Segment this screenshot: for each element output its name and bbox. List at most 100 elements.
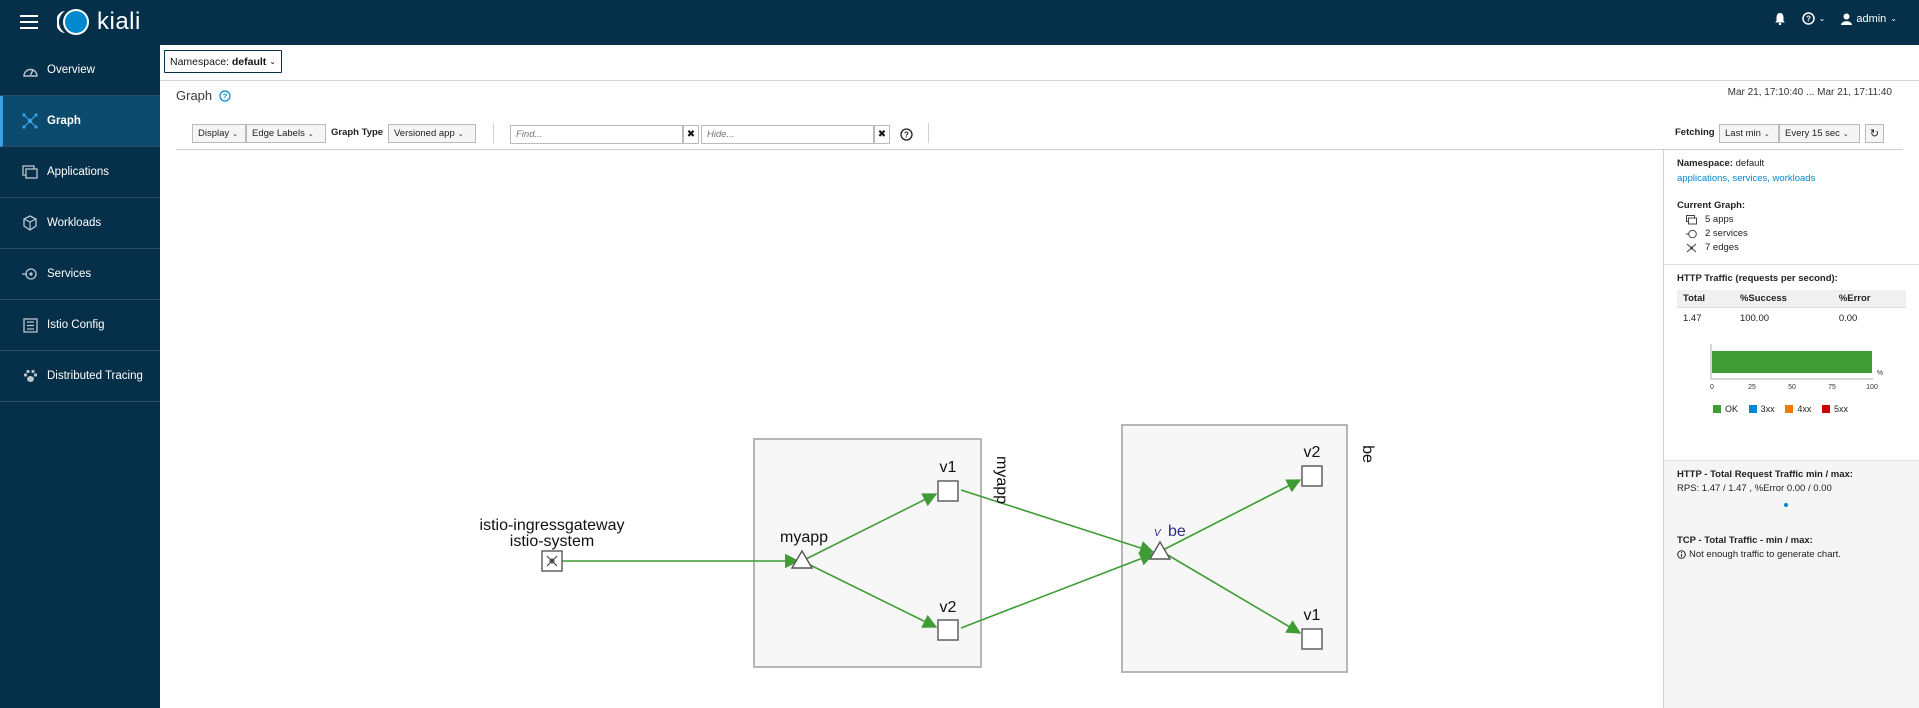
duration-dropdown[interactable]: Last min ⌄ bbox=[1719, 124, 1779, 143]
sidebar-item-label: Workloads bbox=[47, 217, 102, 229]
namespace-value: default bbox=[231, 55, 267, 68]
services-count-row: 2 services bbox=[1686, 228, 1906, 239]
help-icon[interactable]: ? bbox=[900, 128, 913, 141]
chevron-down-icon: ⌄ bbox=[457, 130, 464, 138]
table-cell: 0.00 bbox=[1838, 313, 1858, 324]
workloads-icon bbox=[22, 215, 38, 231]
edge-labels-dropdown[interactable]: Edge Labels ⌄ bbox=[246, 124, 326, 143]
sidebar-item-services[interactable]: Services bbox=[0, 249, 160, 300]
tick-label: 75 bbox=[1828, 384, 1836, 391]
chevron-down-icon: ⌄ bbox=[1763, 130, 1770, 138]
toolbar-divider bbox=[928, 123, 929, 143]
display-label: Display bbox=[198, 128, 230, 139]
applications-icon bbox=[22, 164, 38, 180]
graph-icon bbox=[1686, 243, 1697, 252]
app-box-label-myapp: myapp bbox=[993, 456, 1010, 504]
clear-hide-icon[interactable]: ✖ bbox=[874, 125, 890, 144]
page-title: Graph bbox=[176, 88, 213, 103]
sparkline-dot bbox=[1784, 503, 1788, 507]
namespace-bar: Namespace: default ⌄ bbox=[160, 45, 1919, 81]
node-label-ingress-name: istio-ingressgateway bbox=[480, 517, 625, 534]
node-myapp-v1[interactable] bbox=[937, 480, 959, 502]
namespace-label: Namespace: bbox=[1677, 158, 1733, 169]
chevron-down-icon: ⌄ bbox=[307, 130, 314, 138]
namespace-links[interactable]: applications, services, workloads bbox=[1677, 173, 1906, 184]
display-dropdown[interactable]: Display ⌄ bbox=[192, 124, 246, 143]
node-be-v2[interactable] bbox=[1301, 465, 1323, 487]
axis-unit: % bbox=[1877, 370, 1883, 377]
sidebar-item-workloads[interactable]: Workloads bbox=[0, 198, 160, 249]
app-box-label-be: be bbox=[1359, 445, 1376, 463]
svg-text:?: ? bbox=[904, 131, 909, 140]
graph-type-dropdown[interactable]: Versioned app ⌄ bbox=[388, 124, 476, 143]
chart-legend: OK 3xx 4xx 5xx bbox=[1713, 404, 1906, 416]
node-label-myapp-v2: v2 bbox=[940, 599, 957, 616]
table-header: %Error bbox=[1832, 290, 1906, 308]
applications-icon bbox=[1686, 214, 1697, 224]
sidebar-item-label: Overview bbox=[47, 64, 95, 76]
legend-item-ok: OK bbox=[1713, 404, 1738, 414]
legend-item-3xx: 3xx bbox=[1748, 404, 1775, 414]
kiali-logo-icon bbox=[57, 9, 89, 35]
help-menu[interactable]: ? ⌄ bbox=[1801, 12, 1825, 25]
node-label-myapp-v1: v1 bbox=[940, 459, 957, 476]
graph-canvas[interactable]: istio-ingressgateway istio-system myapp … bbox=[176, 150, 1663, 708]
services-icon bbox=[1686, 229, 1697, 238]
refresh-interval-value: Every 15 sec bbox=[1785, 128, 1840, 139]
kiali-logo[interactable]: kiali bbox=[57, 7, 141, 37]
sidebar-item-label: Istio Config bbox=[47, 319, 105, 331]
services-count: 2 services bbox=[1705, 228, 1748, 239]
graph-toolbar: Display ⌄ Edge Labels ⌄ Graph Type Version… bbox=[176, 117, 1903, 150]
hide-input[interactable] bbox=[701, 125, 874, 144]
edge-labels-label: Edge Labels bbox=[252, 128, 305, 139]
svg-text:?: ? bbox=[1806, 15, 1811, 24]
traffic-rate-bar-chart: 0 25 50 75 100 % bbox=[1710, 344, 1883, 391]
graph-type-value: Versioned app bbox=[394, 128, 455, 139]
edges-count-row: 7 edges bbox=[1686, 242, 1906, 253]
sidebar-item-label: Services bbox=[47, 268, 92, 280]
sidebar-item-graph[interactable]: Graph bbox=[0, 96, 160, 147]
apps-count-row: 5 apps bbox=[1686, 214, 1906, 225]
refresh-icon: ↻ bbox=[1869, 128, 1880, 140]
fetching-label: Fetching bbox=[1675, 127, 1715, 138]
user-icon bbox=[1841, 13, 1853, 25]
chevron-down-icon: ⌄ bbox=[1890, 14, 1897, 23]
help-icon: ? bbox=[1801, 12, 1815, 25]
find-input[interactable] bbox=[510, 125, 683, 144]
node-myapp-v2[interactable] bbox=[937, 619, 959, 641]
namespace-value: default bbox=[1735, 158, 1765, 169]
legend-item-4xx: 4xx bbox=[1785, 404, 1811, 414]
tick-label: 25 bbox=[1748, 384, 1756, 391]
sidebar-item-distributed-tracing[interactable]: Distributed Tracing bbox=[0, 351, 160, 402]
hamburger-menu-icon[interactable] bbox=[20, 15, 38, 29]
sidebar-item-label: Graph bbox=[47, 115, 81, 127]
help-icon[interactable]: ? bbox=[219, 89, 231, 102]
refresh-interval-dropdown[interactable]: Every 15 sec ⌄ bbox=[1779, 124, 1860, 143]
sidebar-item-label: Applications bbox=[47, 166, 110, 178]
http-traffic-table: Total %Success %Error 1.47 100.00 0.00 bbox=[1677, 290, 1906, 329]
sidebar-item-overview[interactable]: Overview bbox=[0, 45, 160, 96]
table-cell: 100.00 bbox=[1739, 313, 1770, 324]
table-header: %Success bbox=[1733, 290, 1833, 308]
sidebar: Overview Graph Applications Workloads Se… bbox=[0, 45, 160, 708]
bell-icon[interactable] bbox=[1774, 12, 1786, 25]
tick-label: 50 bbox=[1788, 384, 1796, 391]
top-navbar: kiali ? ⌄ admin ⌄ bbox=[0, 0, 1919, 45]
namespace-dropdown[interactable]: Namespace: default ⌄ bbox=[164, 50, 282, 73]
brand-name: kiali bbox=[97, 8, 141, 35]
sidebar-item-applications[interactable]: Applications bbox=[0, 147, 160, 198]
chevron-down-icon: ⌄ bbox=[269, 57, 276, 66]
refresh-button[interactable]: ↻ bbox=[1865, 124, 1884, 143]
graph-icon bbox=[22, 113, 38, 129]
node-be-v1[interactable] bbox=[1301, 628, 1323, 650]
tick-label: 100 bbox=[1866, 384, 1878, 391]
clear-find-icon[interactable]: ✖ bbox=[683, 125, 699, 144]
user-menu[interactable]: admin ⌄ bbox=[1841, 13, 1897, 25]
username: admin bbox=[1856, 12, 1887, 25]
ok-bar bbox=[1712, 351, 1872, 373]
graph-type-label: Graph Type bbox=[331, 127, 384, 138]
http-total-title: HTTP - Total Request Traffic min / max: bbox=[1677, 469, 1853, 480]
overview-icon bbox=[22, 62, 38, 78]
node-label-be: be bbox=[1168, 523, 1186, 540]
sidebar-item-istio-config[interactable]: Istio Config bbox=[0, 300, 160, 351]
